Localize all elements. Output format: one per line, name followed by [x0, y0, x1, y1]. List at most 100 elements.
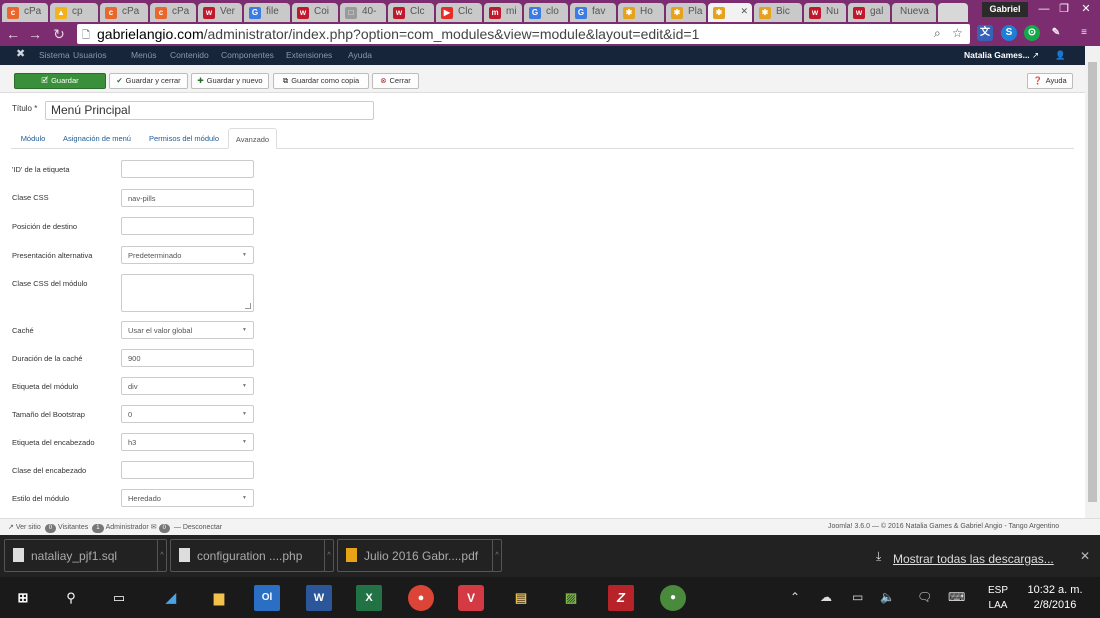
close-tab-icon[interactable]: ✕	[740, 6, 748, 17]
maximize-icon[interactable]: ❐	[1052, 0, 1076, 18]
back-icon[interactable]: ←	[6, 26, 20, 42]
module-class-textarea[interactable]	[121, 274, 254, 312]
browser-tab[interactable]: Gclo	[524, 3, 568, 22]
user-icon[interactable]: 👤	[1055, 50, 1066, 61]
cache-select[interactable]: Usar el valor global	[121, 321, 254, 339]
notes-app-icon[interactable]: ▤	[508, 585, 534, 611]
menu-item-componentes[interactable]: Componentes	[221, 50, 274, 60]
windows-start-icon[interactable]: ⊞	[10, 585, 36, 611]
browser-tab[interactable]: ✱ Pla	[666, 3, 706, 22]
chevron-up-icon[interactable]: ⌃	[790, 590, 800, 604]
browser-tab[interactable]: Nueva	[892, 3, 936, 22]
download-item[interactable]: nataliay_pjf1.sql ^	[4, 539, 167, 572]
search-icon[interactable]: ⌕	[934, 26, 941, 41]
file-explorer-icon[interactable]: ▆	[206, 585, 232, 611]
translate-extension-icon[interactable]: 文	[977, 25, 993, 41]
pencil-extension-icon[interactable]: ✎	[1048, 25, 1064, 41]
browser-tab[interactable]: Gfav	[570, 3, 616, 22]
browser-tab[interactable]: □ 40-	[340, 3, 386, 22]
scrollbar-thumb[interactable]	[1088, 62, 1097, 502]
page-scrollbar[interactable]	[1085, 46, 1100, 518]
tab-modulo[interactable]: Módulo	[11, 128, 55, 149]
view-site-link[interactable]: Ver sitio	[16, 524, 41, 531]
browser-tab[interactable]: ✱ Bic	[754, 3, 802, 22]
menu-item-sistema[interactable]: Sistema	[39, 50, 70, 60]
browser-tab[interactable]: w Nu	[804, 3, 846, 22]
css-class-input[interactable]: nav-pills	[121, 189, 254, 207]
page-info-icon[interactable]: 🗋	[82, 28, 90, 45]
save-new-button[interactable]: ✚ Guardar y nuevo	[191, 73, 269, 89]
chevron-up-icon[interactable]: ^	[157, 540, 166, 571]
browser-tab[interactable]: ▶ Clc	[436, 3, 482, 22]
filezilla-icon[interactable]: Z	[608, 585, 634, 611]
profile-button[interactable]: Gabriel	[982, 2, 1028, 17]
joomla-logo-icon[interactable]: ✖	[16, 47, 25, 60]
tab-asignacion-menu[interactable]: Asignación de menú	[57, 128, 137, 149]
module-tag-select[interactable]: div	[121, 377, 254, 395]
browser-tab[interactable]: w gal	[848, 3, 890, 22]
battery-icon[interactable]: ▭	[852, 590, 863, 604]
browser-tab[interactable]: c cPa	[150, 3, 196, 22]
close-button[interactable]: ⊗ Cerrar	[372, 73, 419, 89]
image-app-icon[interactable]: ▨	[558, 585, 584, 611]
title-input[interactable]: Menú Principal	[45, 101, 374, 120]
notifications-icon[interactable]: 🗨	[917, 590, 932, 604]
bootstrap-size-select[interactable]: 0	[121, 405, 254, 423]
save-copy-button[interactable]: ⧉ Guardar como copia	[273, 73, 369, 89]
save-close-button[interactable]: ✔ Guardar y cerrar	[109, 73, 188, 89]
menu-item-extensiones[interactable]: Extensiones	[286, 50, 332, 60]
external-link-icon[interactable]: ↗	[1032, 50, 1039, 61]
keyboard-icon[interactable]: ⌨	[948, 590, 965, 604]
network-app-icon[interactable]: ◢	[158, 585, 184, 611]
alt-layout-select[interactable]: Predeterminado	[121, 246, 254, 264]
reload-icon[interactable]: ↻	[52, 26, 66, 43]
browser-tab[interactable]: w Clc	[388, 3, 434, 22]
browser-tab[interactable]: m mi	[484, 3, 522, 22]
browser-tab[interactable]: ▲ cp	[50, 3, 98, 22]
menu-icon[interactable]: ≡	[1076, 25, 1092, 41]
target-position-input[interactable]	[121, 217, 254, 235]
chrome-icon[interactable]: ●	[408, 585, 434, 611]
task-view-icon[interactable]: ▭	[106, 585, 132, 611]
module-style-select[interactable]: Heredado	[121, 489, 254, 507]
download-item[interactable]: Julio 2016 Gabr....pdf ^	[337, 539, 502, 572]
download-item[interactable]: configuration ....php ^	[170, 539, 334, 572]
help-button[interactable]: ❓ Ayuda	[1027, 73, 1073, 89]
word-icon[interactable]: W	[306, 585, 332, 611]
header-tag-select[interactable]: h3	[121, 433, 254, 451]
tab-permisos[interactable]: Permisos del módulo	[141, 128, 227, 149]
cloud-icon[interactable]: ☁	[820, 590, 832, 604]
chrome-profile-icon[interactable]: ●	[660, 585, 686, 611]
new-tab-button[interactable]	[938, 3, 968, 22]
menu-item-menus[interactable]: Menús	[131, 50, 157, 60]
skype-extension-icon[interactable]: S	[1001, 25, 1017, 41]
cache-time-input[interactable]: 900	[121, 349, 254, 367]
search-icon[interactable]: ⚲	[58, 585, 84, 611]
chevron-up-icon[interactable]: ^	[492, 540, 501, 571]
language-indicator[interactable]: ESP LAA	[988, 583, 1008, 613]
clock[interactable]: 10:32 a. m. 2/8/2016	[1025, 583, 1085, 613]
chevron-up-icon[interactable]: ^	[324, 540, 333, 571]
star-icon[interactable]: ☆	[952, 26, 963, 40]
browser-tab-active[interactable]: ✱ ✕	[708, 3, 752, 22]
header-class-input[interactable]	[121, 461, 254, 479]
forward-icon[interactable]: →	[28, 26, 42, 42]
tab-avanzado[interactable]: Avanzado	[228, 128, 277, 149]
menu-item-usuarios[interactable]: Usuarios	[73, 50, 107, 60]
browser-tab[interactable]: w Coi	[292, 3, 338, 22]
volume-icon[interactable]: 🔈	[880, 590, 895, 604]
close-shelf-icon[interactable]: ✕	[1080, 549, 1090, 563]
logout-link[interactable]: — Desconectar	[174, 524, 222, 531]
green-extension-icon[interactable]: ⊙	[1024, 25, 1040, 41]
browser-tab[interactable]: w Ver	[198, 3, 242, 22]
label-id-input[interactable]	[121, 160, 254, 178]
outlook-icon[interactable]: Ol	[254, 585, 280, 611]
browser-tab[interactable]: c cPa	[100, 3, 148, 22]
browser-tab[interactable]: Gfile	[244, 3, 290, 22]
browser-tab[interactable]: c cPa	[2, 3, 48, 22]
vivaldi-icon[interactable]: V	[458, 585, 484, 611]
show-all-downloads-link[interactable]: Mostrar todas las descargas...	[893, 552, 1054, 566]
menu-item-contenido[interactable]: Contenido	[170, 50, 209, 60]
close-window-icon[interactable]: ✕	[1074, 0, 1098, 18]
browser-tab[interactable]: ✱ Ho	[618, 3, 664, 22]
